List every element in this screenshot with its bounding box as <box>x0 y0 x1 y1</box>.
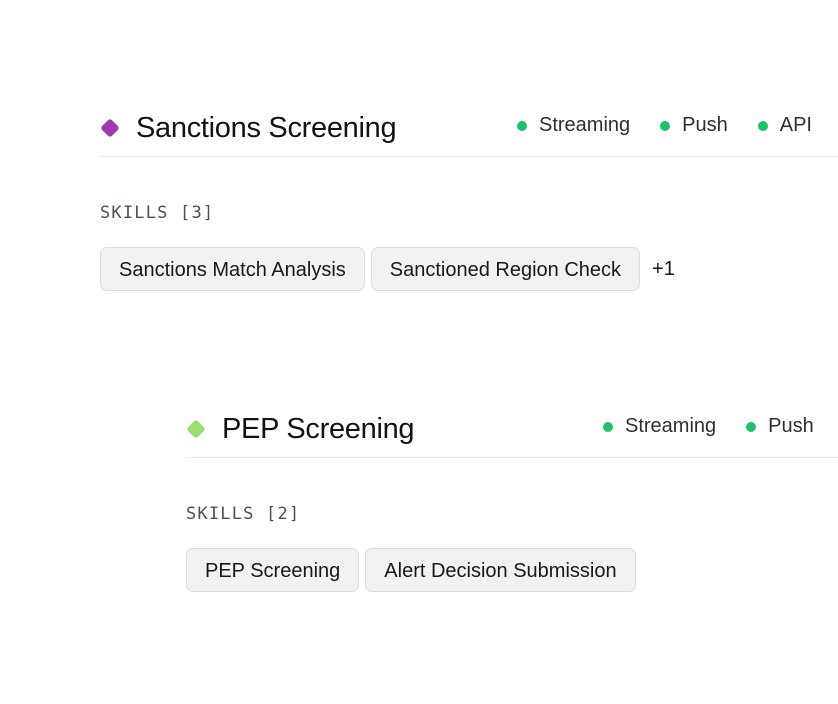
skill-chip-list: Sanctions Match Analysis Sanctioned Regi… <box>100 247 838 291</box>
pep-screening-card: PEP Screening Streaming Push SKILLS [2] … <box>186 401 838 592</box>
channel-label: Streaming <box>539 114 631 136</box>
diamond-icon <box>186 419 206 439</box>
skills-heading: SKILLS [2] <box>186 504 301 524</box>
channel-api: API <box>757 114 812 137</box>
skills-heading: SKILLS [3] <box>100 203 215 223</box>
channel-label: Streaming <box>625 415 717 437</box>
title-group: PEP Screening <box>186 409 415 449</box>
status-dot-icon <box>746 421 757 432</box>
channel-list: Streaming Push API <box>517 114 838 137</box>
channel-list: Streaming Push <box>603 415 838 438</box>
skill-chip[interactable]: Sanctions Match Analysis <box>100 247 365 291</box>
card-header: Sanctions Screening Streaming Push API <box>100 100 838 157</box>
skill-chip[interactable]: PEP Screening <box>186 548 360 592</box>
more-skills-count[interactable]: +1 <box>652 258 675 281</box>
channel-push: Push <box>660 114 728 137</box>
channel-streaming: Streaming <box>603 415 716 438</box>
channel-label: Push <box>682 114 728 136</box>
channel-label: API <box>779 114 812 136</box>
diamond-icon <box>100 118 120 138</box>
status-dot-icon <box>660 120 671 131</box>
channel-streaming: Streaming <box>517 114 630 137</box>
status-dot-icon <box>517 120 527 131</box>
sanctions-screening-card: Sanctions Screening Streaming Push API S… <box>100 100 838 291</box>
skill-chip[interactable]: Sanctioned Region Check <box>370 247 641 291</box>
skill-chip[interactable]: Alert Decision Submission <box>365 548 636 592</box>
skill-chip-list: PEP Screening Alert Decision Submission <box>186 548 838 592</box>
channel-push: Push <box>746 415 814 438</box>
channel-label: Push <box>768 415 814 437</box>
card-title: PEP Screening <box>222 413 415 445</box>
card-title: Sanctions Screening <box>136 112 397 144</box>
title-group: Sanctions Screening <box>100 108 397 148</box>
status-dot-icon <box>603 421 613 432</box>
card-header: PEP Screening Streaming Push <box>186 401 838 458</box>
status-dot-icon <box>757 120 768 131</box>
